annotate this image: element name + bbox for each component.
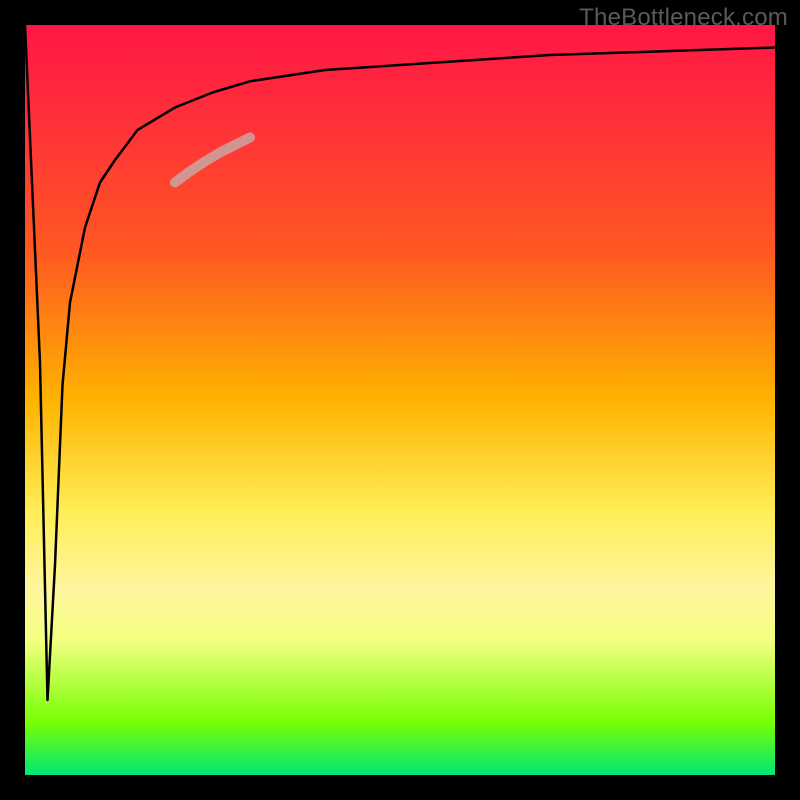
curve-highlight-segment: [175, 138, 250, 183]
chart-plot-area: [25, 25, 775, 775]
bottleneck-curve: [25, 25, 775, 700]
chart-curve-svg: [25, 25, 775, 775]
chart-frame: TheBottleneck.com: [0, 0, 800, 800]
watermark-text: TheBottleneck.com: [579, 4, 788, 32]
